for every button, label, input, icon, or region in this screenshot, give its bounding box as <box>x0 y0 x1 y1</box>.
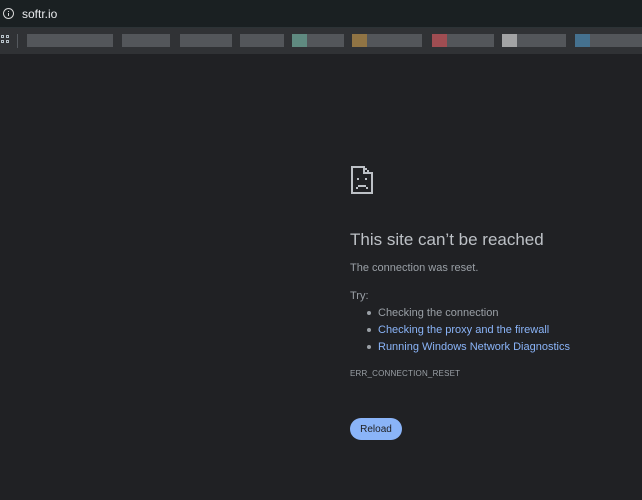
suggestion-network-diagnostics-link[interactable]: Running Windows Network Diagnostics <box>367 340 570 357</box>
bookmark-item[interactable] <box>352 34 422 47</box>
bookmarks-bar <box>0 28 642 54</box>
address-bar[interactable]: softr.io <box>0 0 642 28</box>
sad-page-icon <box>351 166 373 194</box>
error-title: This site can’t be reached <box>350 230 544 249</box>
suggestion-list: Checking the connection Checking the pro… <box>367 306 570 357</box>
bookmarks-separator <box>17 34 18 48</box>
bookmark-item[interactable] <box>180 34 232 47</box>
url-text[interactable]: softr.io <box>22 7 57 21</box>
suggestion-check-connection: Checking the connection <box>367 306 570 323</box>
reload-button[interactable]: Reload <box>350 418 402 440</box>
bookmark-item[interactable] <box>575 34 642 47</box>
error-subtitle: The connection was reset. <box>350 262 479 274</box>
error-code: ERR_CONNECTION_RESET <box>350 369 461 378</box>
bookmark-item[interactable] <box>27 34 113 47</box>
bookmark-item[interactable] <box>502 34 566 47</box>
info-icon[interactable] <box>3 8 14 19</box>
browser-chrome: softr.io <box>0 0 642 54</box>
try-label: Try: <box>350 290 369 302</box>
suggestion-check-proxy-firewall-link[interactable]: Checking the proxy and the firewall <box>367 323 570 340</box>
bookmark-item[interactable] <box>432 34 494 47</box>
bookmark-item[interactable] <box>292 34 344 47</box>
bookmark-item[interactable] <box>240 34 284 47</box>
bookmark-item[interactable] <box>122 34 170 47</box>
apps-grid-icon[interactable] <box>1 35 10 44</box>
